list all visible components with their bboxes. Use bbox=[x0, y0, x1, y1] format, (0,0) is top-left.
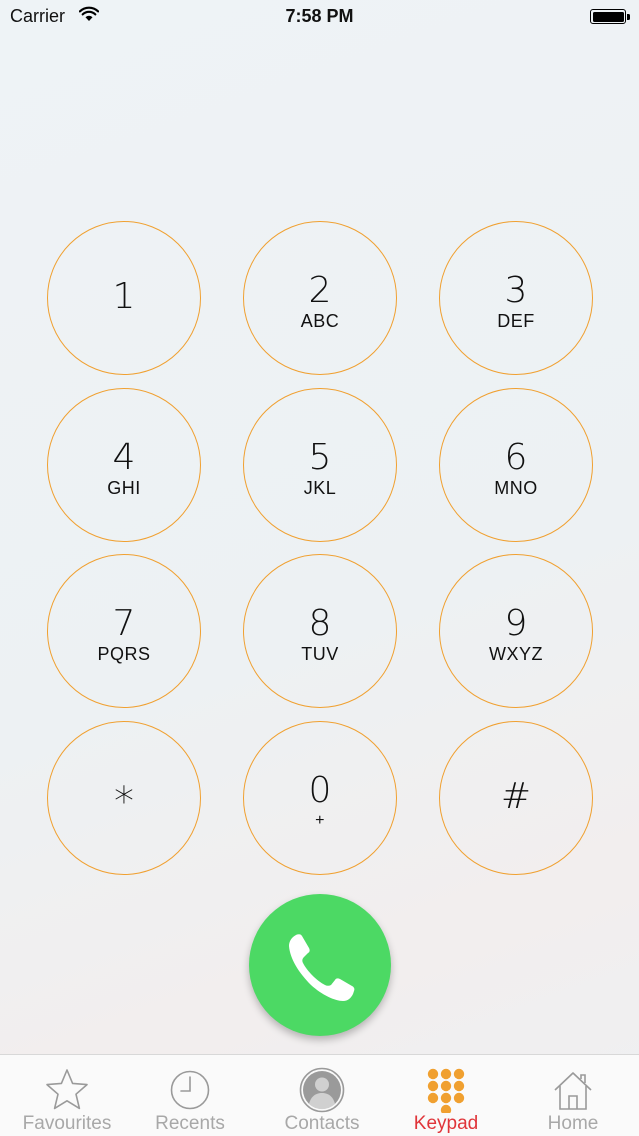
key-9[interactable]: 9 WXYZ bbox=[439, 554, 593, 708]
key-8[interactable]: 8 TUV bbox=[243, 554, 397, 708]
tab-label: Favourites bbox=[22, 1113, 112, 1134]
key-digit: 8 bbox=[308, 603, 332, 644]
tab-label: Home bbox=[547, 1113, 599, 1134]
key-digit: 4 bbox=[112, 437, 136, 478]
key-digit: * bbox=[114, 779, 134, 825]
key-letters: DEF bbox=[497, 311, 535, 331]
key-letters: ABC bbox=[300, 311, 340, 331]
battery-icon bbox=[590, 9, 630, 24]
key-digit: 1 bbox=[112, 276, 136, 317]
call-button[interactable] bbox=[249, 894, 391, 1036]
key-2[interactable]: 2 ABC bbox=[243, 221, 397, 375]
key-letters: TUV bbox=[301, 644, 339, 664]
key-6[interactable]: 6 MNO bbox=[439, 388, 593, 542]
key-hash[interactable]: # bbox=[439, 721, 593, 875]
key-5[interactable]: 5 JKL bbox=[243, 388, 397, 542]
key-digit: 5 bbox=[308, 437, 332, 478]
key-letters: WXYZ bbox=[489, 644, 543, 664]
tab-contacts[interactable]: Contacts bbox=[262, 1055, 382, 1136]
key-digit: 2 bbox=[308, 270, 332, 311]
clock-icon bbox=[170, 1070, 210, 1110]
key-letters: MNO bbox=[494, 478, 538, 498]
key-4[interactable]: 4 GHI bbox=[47, 388, 201, 542]
key-3[interactable]: 3 DEF bbox=[439, 221, 593, 375]
tab-label: Recents bbox=[155, 1113, 225, 1134]
key-0[interactable]: 0 + bbox=[243, 721, 397, 875]
key-letters: PQRS bbox=[97, 644, 151, 664]
tab-keypad[interactable]: Keypad bbox=[389, 1055, 503, 1136]
key-digit: 0 bbox=[308, 770, 332, 811]
key-letters: + bbox=[315, 812, 325, 829]
key-letters: JKL bbox=[303, 478, 337, 498]
key-1[interactable]: 1 bbox=[47, 221, 201, 375]
contact-icon bbox=[299, 1067, 345, 1113]
tab-bar: Favourites Recents Contacts Keypad Home bbox=[0, 1054, 639, 1136]
status-bar: Carrier 7:58 PM bbox=[0, 0, 639, 34]
star-icon bbox=[46, 1069, 88, 1110]
phone-icon bbox=[289, 934, 355, 1001]
tab-label: Contacts bbox=[284, 1113, 360, 1134]
home-icon bbox=[554, 1072, 592, 1110]
key-7[interactable]: 7 PQRS bbox=[47, 554, 201, 708]
tab-favourites[interactable]: Favourites bbox=[8, 1055, 126, 1136]
tab-recents[interactable]: Recents bbox=[131, 1055, 249, 1136]
key-digit: 6 bbox=[504, 437, 528, 478]
key-star[interactable]: * bbox=[47, 721, 201, 875]
key-digit: 9 bbox=[504, 603, 528, 644]
key-letters: GHI bbox=[107, 478, 141, 498]
key-digit: 3 bbox=[504, 270, 528, 311]
key-digit: # bbox=[500, 776, 532, 817]
tab-label: Keypad bbox=[413, 1113, 479, 1134]
tab-home[interactable]: Home bbox=[520, 1055, 626, 1136]
key-digit: 7 bbox=[112, 603, 136, 644]
status-time: 7:58 PM bbox=[285, 6, 354, 26]
keypad-icon bbox=[427, 1068, 465, 1113]
